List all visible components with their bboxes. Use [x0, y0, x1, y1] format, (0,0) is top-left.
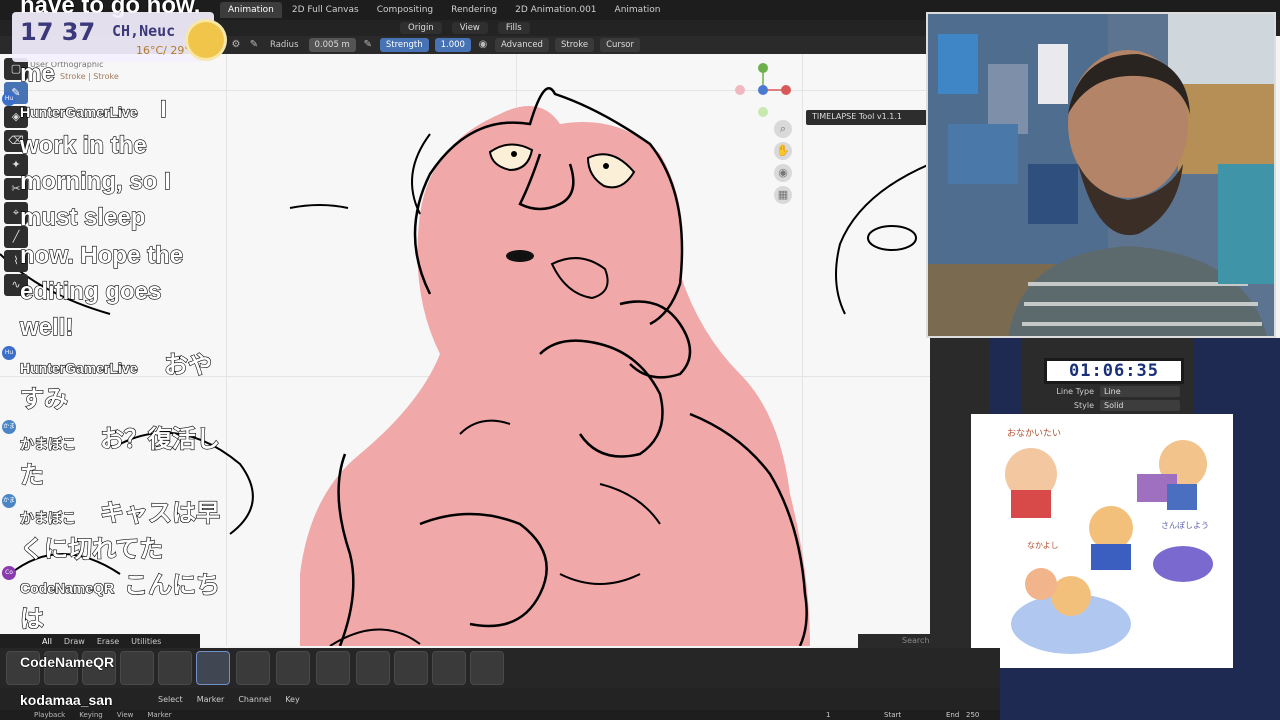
draw-tool-icon[interactable]: ✎: [4, 82, 28, 104]
zoom-icon[interactable]: ⌕: [774, 120, 792, 138]
style-dropdown[interactable]: Solid: [1100, 400, 1180, 411]
view-menu[interactable]: View: [117, 711, 134, 719]
chat-username: CodeNameQR: [19, 654, 115, 671]
strength-label[interactable]: Strength: [379, 38, 429, 52]
style-row: Style Solid: [1028, 400, 1188, 411]
line-type-row: Line Type Line: [1028, 386, 1188, 397]
brush-charcoal[interactable]: [276, 651, 310, 685]
polyline-tool-icon[interactable]: ⌇: [4, 250, 28, 272]
tab-animation[interactable]: Animation: [607, 2, 669, 18]
clock-city: CH,Neuc: [112, 22, 176, 40]
gizmo-z-axis: [758, 85, 768, 95]
style-label: Style: [1073, 401, 1094, 410]
gizmo-neg-y-axis: [758, 107, 768, 117]
tab-rendering[interactable]: Rendering: [443, 2, 505, 18]
brush-pen[interactable]: [120, 651, 154, 685]
playback-menu[interactable]: Playback: [34, 711, 65, 719]
timeline-header: Select Marker Channel Key: [0, 688, 1000, 710]
tab-2d-full-canvas[interactable]: 2D Full Canvas: [284, 2, 367, 18]
marker-menu[interactable]: Marker: [147, 711, 171, 719]
timeline-menu-key[interactable]: Key: [285, 695, 300, 704]
timeline-footer: Playback Keying View Marker: [0, 710, 1000, 720]
timeline-menu-marker[interactable]: Marker: [197, 695, 225, 704]
strength-field[interactable]: 1.000: [434, 38, 471, 52]
clock-time: 17 37: [20, 18, 96, 46]
grid-icon[interactable]: ▦: [774, 186, 792, 204]
reference-image: [1005, 440, 1213, 654]
shelf-tab-all[interactable]: All: [42, 637, 52, 646]
tab-animation-active[interactable]: Animation: [220, 2, 282, 18]
camera-icon[interactable]: ◉: [774, 164, 792, 182]
gorilla-drawing: [0, 87, 930, 646]
brush-search-field[interactable]: Search: [858, 634, 970, 648]
tab-compositing[interactable]: Compositing: [369, 2, 441, 18]
webcam-feed: [926, 12, 1276, 338]
brush-shelf: [0, 648, 1000, 688]
timeline-menu-channel[interactable]: Channel: [238, 695, 271, 704]
stroke-dropdown[interactable]: Stroke: [554, 38, 595, 52]
gizmo-neg-x-axis: [735, 85, 745, 95]
shelf-tab-draw[interactable]: Draw: [64, 637, 85, 646]
line-type-dropdown[interactable]: Line: [1100, 386, 1180, 397]
stream-stopwatch: 01:06:35: [1044, 358, 1184, 384]
weather-sun-icon: [188, 22, 224, 58]
chat-username: kodamaa_san: [20, 692, 114, 709]
reference-sketch: おなかいたい さんぽしよう なかよし: [971, 414, 1233, 668]
clock-widget: 17 37 CH,Neuc 16°C/ 29°C: [12, 12, 224, 62]
reference-note: おなかいたい: [1007, 429, 1062, 439]
timeline-menu-select[interactable]: Select: [158, 695, 183, 704]
view-dropdown[interactable]: View: [451, 22, 488, 34]
viewport-canvas[interactable]: User Orthographic Stroke | Stroke TIMELA…: [0, 54, 930, 646]
advanced-dropdown[interactable]: Advanced: [494, 38, 549, 52]
brush-settings-icon[interactable]: ⚙: [230, 39, 242, 51]
reference-note: さんぽしよう: [1161, 521, 1209, 530]
pressure-toggle-icon[interactable]: ◉: [477, 39, 489, 51]
line-type-label: Line Type: [1056, 387, 1094, 396]
tint-tool-icon[interactable]: ✦: [4, 154, 28, 176]
brush-smudge[interactable]: [394, 651, 428, 685]
end-frame-field[interactable]: 250: [966, 711, 979, 719]
screen: Animation 2D Full Canvas Compositing Ren…: [0, 0, 1280, 720]
brush-shelf-tabs: All Draw Erase Utilities: [0, 634, 200, 648]
gizmo-y-axis: [758, 63, 768, 73]
fills-dropdown[interactable]: Fills: [497, 22, 530, 34]
body-fill: [300, 106, 810, 646]
brush-red-marker[interactable]: [432, 651, 466, 685]
erase-tool-icon[interactable]: ⌫: [4, 130, 28, 152]
keying-menu[interactable]: Keying: [79, 711, 103, 719]
brush-fill-green[interactable]: [470, 651, 504, 685]
shelf-tab-erase[interactable]: Erase: [97, 637, 119, 646]
cutter-tool-icon[interactable]: ✂: [4, 178, 28, 200]
mouth: [506, 250, 534, 262]
shelf-tab-utilities[interactable]: Utilities: [131, 637, 161, 646]
eyedropper-tool-icon[interactable]: ⌖: [4, 202, 28, 224]
radius-label: Radius: [270, 40, 299, 50]
brush-at-icon[interactable]: [158, 651, 192, 685]
navigation-gizmo[interactable]: [730, 62, 796, 122]
brush-eraser-red[interactable]: [356, 651, 390, 685]
curve-tool-icon[interactable]: ∿: [4, 274, 28, 296]
stray-mark: [289, 204, 349, 209]
start-frame-label: Start: [884, 711, 902, 719]
brush-scribble-active[interactable]: [196, 651, 230, 685]
pressure-icon[interactable]: ✎: [362, 39, 374, 51]
tool-shelf: ▢ ✎ ◈ ⌫ ✦ ✂ ⌖ ╱ ⌇ ∿: [4, 58, 32, 298]
line-tool-icon[interactable]: ╱: [4, 226, 28, 248]
pan-hand-icon[interactable]: ✋: [774, 142, 792, 160]
webcam-image: [928, 14, 1274, 336]
end-frame-label: End: [946, 711, 960, 719]
gizmo-x-axis: [781, 85, 791, 95]
timelapse-tool-button[interactable]: TIMELAPSE Tool v1.1.1: [806, 110, 928, 125]
fill-tool-icon[interactable]: ◈: [4, 106, 28, 128]
brush-airbrush[interactable]: [316, 651, 350, 685]
pin-icon[interactable]: ✎: [248, 39, 260, 51]
cursor-dropdown[interactable]: Cursor: [600, 38, 641, 52]
origin-dropdown[interactable]: Origin: [400, 22, 442, 34]
tab-2d-animation[interactable]: 2D Animation.001: [507, 2, 604, 18]
current-frame-field[interactable]: 1: [826, 711, 830, 719]
brush-hatch[interactable]: [236, 651, 270, 685]
reference-note: なかよし: [1027, 541, 1059, 550]
radius-field[interactable]: 0.005 m: [308, 38, 356, 52]
